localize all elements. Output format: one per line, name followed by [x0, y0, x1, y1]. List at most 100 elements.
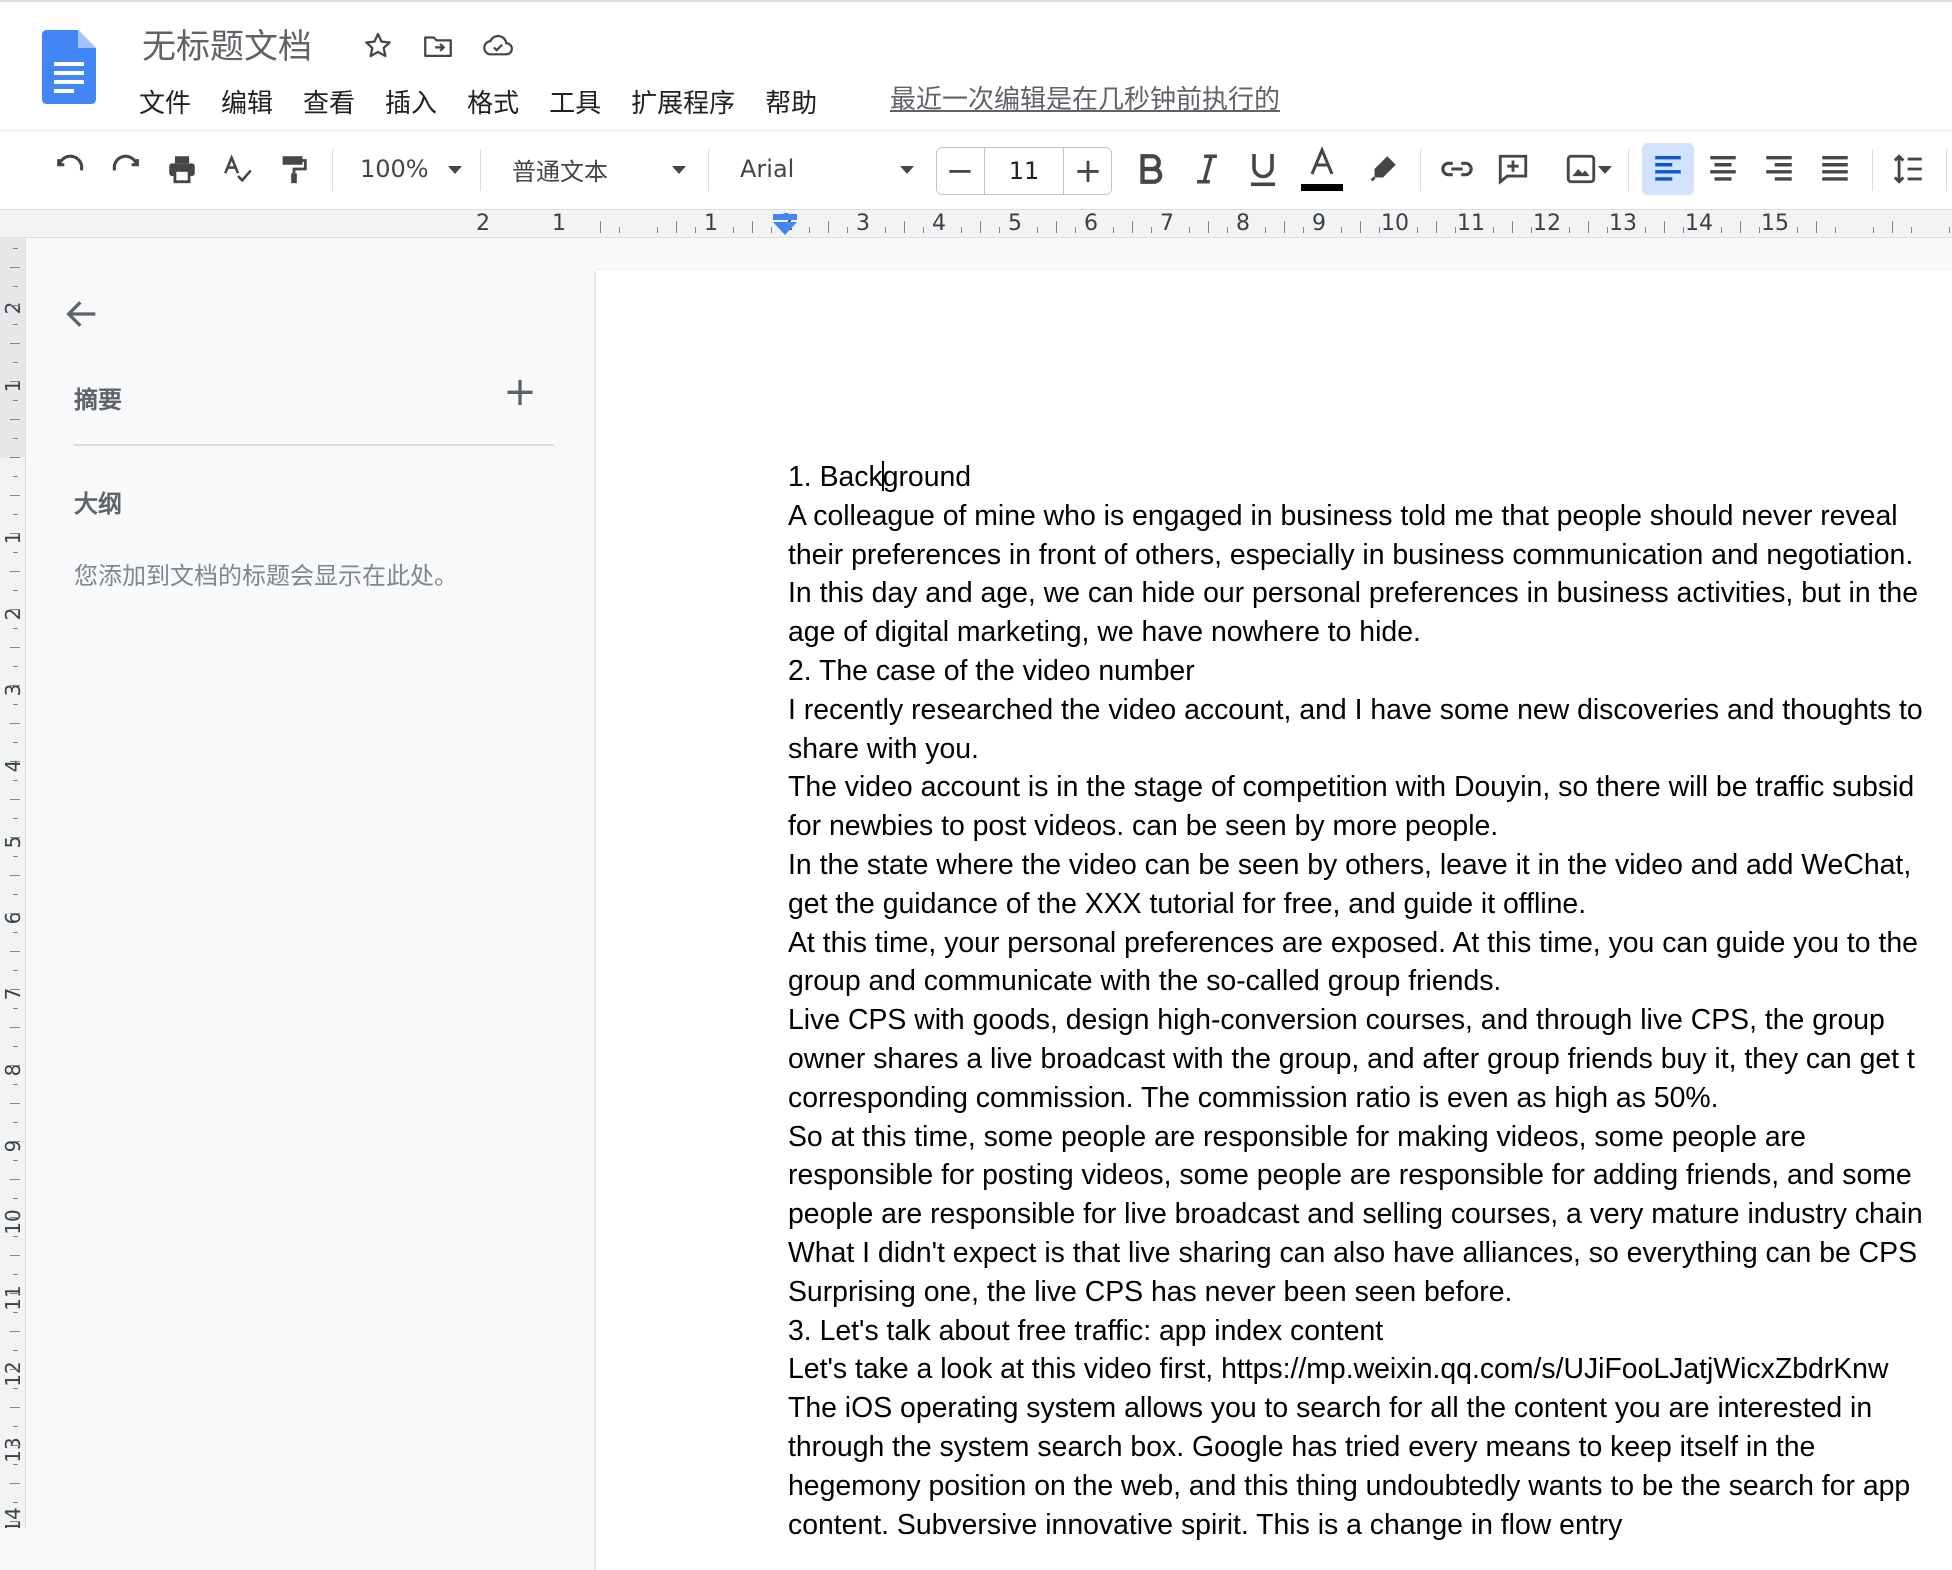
document-page[interactable]: 1. Background A colleague of mine who is…	[596, 270, 1952, 1570]
ruler-tick	[10, 1407, 20, 1408]
document-line[interactable]: share with you.	[788, 730, 1952, 769]
ruler-tick	[10, 1141, 20, 1142]
ruler-number: 11	[1457, 211, 1485, 236]
insert-image-icon[interactable]	[1546, 143, 1616, 195]
text-color-icon[interactable]	[1296, 143, 1348, 195]
document-line[interactable]: A colleague of mine who is engaged in bu…	[788, 497, 1952, 536]
spellcheck-icon[interactable]	[216, 143, 260, 195]
line-spacing-icon[interactable]	[1886, 143, 1932, 195]
ruler-tick	[695, 227, 696, 233]
ruler-tick	[1740, 221, 1741, 233]
ruler-tick	[13, 1236, 18, 1237]
document-line[interactable]: age of digital marketing, we have nowher…	[788, 613, 1952, 652]
document-line[interactable]: corresponding commission. The commission…	[788, 1079, 1952, 1118]
ruler-tick	[904, 221, 905, 233]
highlight-color-icon[interactable]	[1360, 143, 1406, 195]
cloud-saved-icon[interactable]	[478, 26, 518, 66]
document-line[interactable]: In the state where the video can be seen…	[788, 846, 1952, 885]
document-title[interactable]: 无标题文档	[142, 24, 312, 70]
menu-extensions[interactable]: 扩展程序	[616, 82, 750, 126]
ruler-tick	[1303, 227, 1304, 233]
align-center-icon[interactable]	[1700, 143, 1746, 195]
justify-icon[interactable]	[1812, 143, 1858, 195]
document-line[interactable]: people are responsible for live broadcas…	[788, 1195, 1952, 1234]
insert-link-icon[interactable]	[1434, 143, 1480, 195]
star-icon[interactable]	[358, 26, 398, 66]
document-line[interactable]: 2. The case of the video number	[788, 652, 1952, 691]
horizontal-ruler[interactable]: 21123456789101112131415	[0, 210, 1952, 238]
ruler-tick	[961, 227, 962, 233]
document-line[interactable]: Surprising one, the live CPS has never b…	[788, 1273, 1952, 1312]
document-line[interactable]: get the guidance of the XXX tutorial for…	[788, 885, 1952, 924]
vertical-ruler[interactable]: 2 1 1 2 3 4 5 6 7 8 9 10 11 12 13 14	[0, 238, 26, 1528]
document-line[interactable]: their preferences in front of others, es…	[788, 536, 1952, 575]
ruler-tick	[13, 514, 18, 515]
decrease-font-size-button[interactable]: −	[937, 148, 983, 194]
menu-insert[interactable]: 插入	[370, 82, 452, 126]
ruler-tick	[10, 1103, 20, 1104]
docs-logo-icon[interactable]	[42, 30, 96, 104]
underline-icon[interactable]	[1240, 143, 1286, 195]
print-icon[interactable]	[160, 143, 204, 195]
undo-icon[interactable]	[48, 143, 92, 195]
paint-format-icon[interactable]	[272, 143, 316, 195]
add-summary-button[interactable]: +	[500, 369, 540, 415]
document-line[interactable]: The video account is in the stage of com…	[788, 768, 1952, 807]
document-line[interactable]: hegemony position on the web, and this t…	[788, 1467, 1952, 1506]
document-line[interactable]: What I didn't expect is that live sharin…	[788, 1234, 1952, 1273]
menu-view[interactable]: 查看	[288, 82, 370, 126]
ruler-tick	[13, 742, 18, 743]
move-folder-icon[interactable]	[418, 26, 458, 66]
document-line[interactable]: for newbies to post videos. can be seen …	[788, 807, 1952, 846]
ruler-tick	[13, 1046, 18, 1047]
document-line[interactable]: Let's take a look at this video first, h…	[788, 1350, 1952, 1389]
bold-icon[interactable]	[1128, 143, 1174, 195]
last-edit-link[interactable]: 最近一次编辑是在几秒钟前执行的	[890, 82, 1280, 118]
font-family-select[interactable]: Arial	[740, 143, 920, 195]
redo-icon[interactable]	[104, 143, 148, 195]
align-right-icon[interactable]	[1756, 143, 1802, 195]
ruler-tick	[13, 780, 18, 781]
menu-bar: 文件 编辑 查看 插入 格式 工具 扩展程序 帮助	[124, 82, 832, 126]
document-line[interactable]: responsible for posting videos, some peo…	[788, 1156, 1952, 1195]
font-size-input[interactable]: 11	[984, 148, 1064, 194]
ruler-number: 1	[704, 211, 718, 236]
document-line[interactable]: Live CPS with goods, design high-convers…	[788, 1001, 1952, 1040]
ruler-tick	[1189, 227, 1190, 233]
menu-tools[interactable]: 工具	[534, 82, 616, 126]
document-body[interactable]: 1. Background A colleague of mine who is…	[788, 458, 1952, 1544]
ruler-tick	[10, 647, 20, 648]
zoom-select[interactable]: 100%	[360, 143, 470, 195]
document-line[interactable]: owner shares a live broadcast with the g…	[788, 1040, 1952, 1079]
document-line[interactable]: group and communicate with the so-called…	[788, 962, 1952, 1001]
menu-format[interactable]: 格式	[452, 82, 534, 126]
indent-marker-icon[interactable]	[771, 214, 799, 236]
ruler-tick	[13, 324, 18, 325]
paragraph-style-select[interactable]: 普通文本	[512, 143, 692, 195]
document-line[interactable]: So at this time, some people are respons…	[788, 1118, 1952, 1157]
ruler-tick	[1417, 227, 1418, 233]
ruler-tick	[10, 1065, 20, 1066]
align-left-icon[interactable]	[1642, 143, 1694, 195]
document-line[interactable]: The iOS operating system allows you to s…	[788, 1389, 1952, 1428]
heading-paragraph[interactable]: 1. Background	[788, 458, 1952, 497]
increase-font-size-button[interactable]: +	[1065, 148, 1111, 194]
document-line[interactable]: 3. Let's talk about free traffic: app in…	[788, 1312, 1952, 1351]
document-line[interactable]: content. Subversive innovative spirit. T…	[788, 1506, 1952, 1545]
ruler-tick	[13, 1502, 18, 1503]
menu-edit[interactable]: 编辑	[206, 82, 288, 126]
document-line[interactable]: At this time, your personal preferences …	[788, 924, 1952, 963]
back-arrow-icon[interactable]	[62, 294, 102, 338]
ruler-tick	[1493, 227, 1494, 233]
menu-file[interactable]: 文件	[124, 82, 206, 126]
insert-comment-icon[interactable]	[1490, 143, 1536, 195]
document-line[interactable]: through the system search box. Google ha…	[788, 1428, 1952, 1467]
document-line[interactable]: In this day and age, we can hide our per…	[788, 574, 1952, 613]
menu-help[interactable]: 帮助	[750, 82, 832, 126]
document-line[interactable]: I recently researched the video account,…	[788, 691, 1952, 730]
ruler-number: 5	[1008, 211, 1022, 236]
ruler-tick	[10, 1293, 20, 1294]
ruler-tick	[1873, 227, 1874, 233]
italic-icon[interactable]	[1184, 143, 1230, 195]
chevron-down-icon	[1598, 166, 1612, 174]
